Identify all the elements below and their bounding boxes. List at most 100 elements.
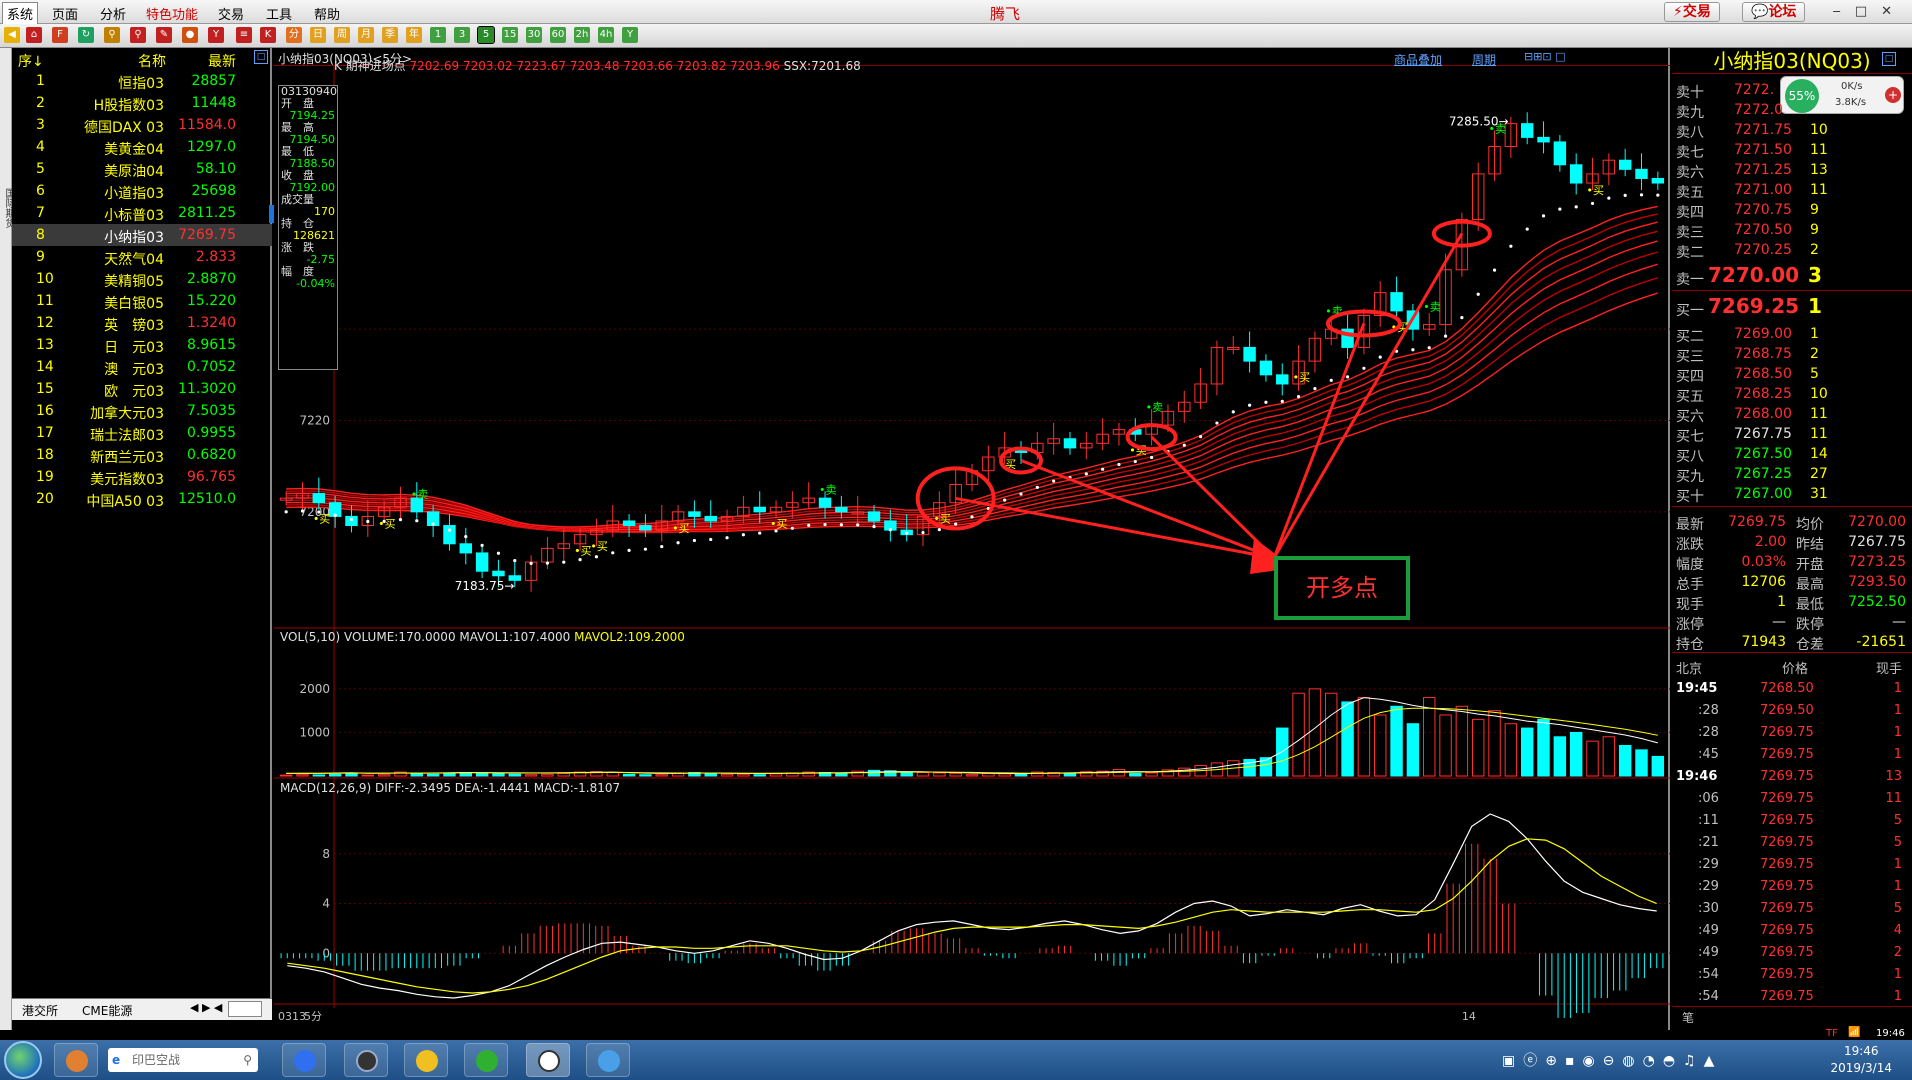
menu-analysis[interactable]: 分析 — [100, 4, 126, 23]
ask-level[interactable]: 卖十 7272. — [1672, 80, 1912, 101]
bid-level[interactable]: 买二 7269.00 1 — [1672, 324, 1912, 345]
quote-row[interactable]: 3 德国DAX 03 11584.0 — [12, 114, 272, 136]
ask-level-1[interactable]: 卖一 7270.00 3 — [1672, 263, 1912, 291]
ask-level[interactable]: 卖八 7271.75 10 — [1672, 120, 1912, 141]
bid-level[interactable]: 买六 7268.00 11 — [1672, 404, 1912, 425]
bid-level[interactable]: 买九 7267.25 27 — [1672, 464, 1912, 485]
ask-level[interactable]: 卖五 7271.00 11 — [1672, 180, 1912, 201]
panel-toggle-icon[interactable]: □ — [1882, 52, 1896, 66]
menu-system[interactable]: 系统 — [2, 2, 39, 25]
quote-row[interactable]: 5 美原油04 58.10 — [12, 158, 272, 180]
ask-level[interactable]: 卖四 7270.75 9 — [1672, 200, 1912, 221]
quote-row[interactable]: 2 H股指数03 11448 — [12, 92, 272, 114]
period-year[interactable]: 年 — [406, 27, 422, 43]
bid-level[interactable]: 买十 7267.00 31 — [1672, 484, 1912, 505]
bid-level[interactable]: 买八 7267.50 14 — [1672, 444, 1912, 465]
quote-row[interactable]: 9 天然气04 2.833 — [12, 246, 272, 268]
period-m30[interactable]: 30 — [526, 27, 542, 43]
bid-level[interactable]: 买七 7267.75 11 — [1672, 424, 1912, 445]
menu-tools[interactable]: 工具 — [266, 4, 292, 23]
kline-chart-area[interactable]: 小纳指03(NQ03)<5分> 商品叠加 周期 ⊟⊞⊡ □ 7200722072… — [274, 48, 1670, 1030]
refresh-icon[interactable]: ↻ — [78, 27, 94, 43]
taskbar-app-nox[interactable] — [344, 1043, 388, 1077]
period-h4[interactable]: 4h — [598, 27, 614, 43]
period-1m[interactable]: 分 — [286, 27, 302, 43]
forum-button[interactable]: 💬论坛 — [1742, 2, 1806, 22]
tab-scroll-arrows[interactable]: ◀ ▶ ◀ — [190, 1001, 222, 1014]
period-month[interactable]: 月 — [358, 27, 374, 43]
period-week[interactable]: 周 — [334, 27, 350, 43]
column-last[interactable]: 最新 — [208, 51, 236, 71]
taskbar-search[interactable]: e 印巴空战 ⚲ — [108, 1048, 258, 1072]
quote-row[interactable]: 6 小道指03 25698 — [12, 180, 272, 202]
quote-row[interactable]: 1 恒指03 28857 — [12, 70, 272, 92]
quote-row[interactable]: 10 美精铜05 2.8870 — [12, 268, 272, 290]
alert-icon[interactable]: ● — [182, 27, 198, 43]
taskbar-app-trader[interactable] — [526, 1043, 570, 1077]
quote-row[interactable]: 8 小纳指03 7269.75 — [12, 224, 272, 246]
taskbar-app-360[interactable] — [404, 1043, 448, 1077]
quote-row[interactable]: 4 美黄金04 1297.0 — [12, 136, 272, 158]
period-y[interactable]: Y — [622, 27, 638, 43]
back-icon[interactable]: ◀ — [4, 27, 20, 43]
quote-row[interactable]: 18 新西兰元03 0.6820 — [12, 444, 272, 466]
window-controls[interactable]: ‒□✕ — [1833, 4, 1906, 19]
draw-icon[interactable]: ✎ — [156, 27, 172, 43]
period-day[interactable]: 日 — [310, 27, 326, 43]
ask-level[interactable]: 卖二 7270.25 2 — [1672, 240, 1912, 261]
trophy-icon[interactable]: Y — [208, 27, 224, 43]
bid-level-1[interactable]: 买一 7269.25 1 — [1672, 294, 1912, 322]
menu-help[interactable]: 帮助 — [314, 4, 340, 23]
search-icon[interactable]: ⚲ — [104, 27, 120, 43]
kline-icon[interactable]: K — [260, 27, 276, 43]
quote-row[interactable]: 15 欧 元03 11.3020 — [12, 378, 272, 400]
column-name[interactable]: 名称 — [138, 51, 166, 71]
expand-icon[interactable]: □ — [254, 50, 268, 64]
bid-level[interactable]: 买五 7268.25 10 — [1672, 384, 1912, 405]
tick-chart-icon[interactable]: ≡ — [236, 27, 252, 43]
quote-name: 美元指数03 — [90, 472, 164, 488]
period-m1[interactable]: 1 — [430, 27, 446, 43]
quote-row[interactable]: 7 小标普03 2811.25 — [12, 202, 272, 224]
quote-row[interactable]: 16 加拿大元03 7.5035 — [12, 400, 272, 422]
period-h2[interactable]: 2h — [574, 27, 590, 43]
quote-row[interactable]: 12 英 镑03 1.3240 — [12, 312, 272, 334]
menu-special[interactable]: 特色功能 — [146, 4, 198, 23]
home-icon[interactable]: ⌂ — [26, 27, 42, 43]
quote-row[interactable]: 20 中国A50 03 12510.0 — [12, 488, 272, 510]
ask-level[interactable]: 卖六 7271.25 13 — [1672, 160, 1912, 181]
ask-level[interactable]: 卖七 7271.50 11 — [1672, 140, 1912, 161]
tab-cme-energy[interactable]: CME能源 — [82, 1002, 132, 1019]
quote-row[interactable]: 13 日 元03 8.9615 — [12, 334, 272, 356]
period-m15[interactable]: 15 — [502, 27, 518, 43]
candle-body — [1259, 360, 1273, 376]
taskbar-app-ie[interactable] — [464, 1043, 508, 1077]
tab-scrollbar[interactable] — [228, 1001, 262, 1017]
menu-trade[interactable]: 交易 — [218, 4, 244, 23]
period-m60[interactable]: 60 — [550, 27, 566, 43]
quote-row[interactable]: 17 瑞士法郎03 0.9955 — [12, 422, 272, 444]
ask-level[interactable]: 卖三 7270.50 9 — [1672, 220, 1912, 241]
quote-row[interactable]: 19 美元指数03 96.765 — [12, 466, 272, 488]
side-tab-strip[interactable]: 国际期货 — [0, 48, 14, 1030]
zoom-icon[interactable]: ⚲ — [130, 27, 146, 43]
bid-level[interactable]: 买三 7268.75 2 — [1672, 344, 1912, 365]
start-button[interactable] — [4, 1041, 42, 1079]
taskbar-app-1[interactable] — [54, 1043, 98, 1077]
system-tray-icons[interactable]: ▣ⓔ⊕▪◉⊖◍◔◓♫▲ — [1502, 1050, 1722, 1070]
quote-row[interactable]: 11 美白银05 15.220 — [12, 290, 272, 312]
ask-level[interactable]: 卖九 7272.0 — [1672, 100, 1912, 121]
period-quarter[interactable]: 季 — [382, 27, 398, 43]
menu-page[interactable]: 页面 — [52, 4, 78, 23]
taskbar-app-baidu[interactable] — [282, 1043, 326, 1077]
trade-button[interactable]: ⚡交易 — [1664, 2, 1720, 22]
period-m5[interactable]: 5 — [477, 26, 495, 44]
bid-level[interactable]: 买四 7268.50 5 — [1672, 364, 1912, 385]
quote-row[interactable]: 14 澳 元03 0.7052 — [12, 356, 272, 378]
f10-icon[interactable]: F — [52, 27, 68, 43]
column-seq[interactable]: 序↓ — [18, 51, 44, 71]
period-m3[interactable]: 3 — [454, 27, 470, 43]
taskbar-app-browser[interactable] — [586, 1043, 630, 1077]
system-clock[interactable]: 19:46 2019/3/14 — [1830, 1043, 1892, 1077]
tab-hkex[interactable]: 港交所 — [22, 1002, 58, 1019]
